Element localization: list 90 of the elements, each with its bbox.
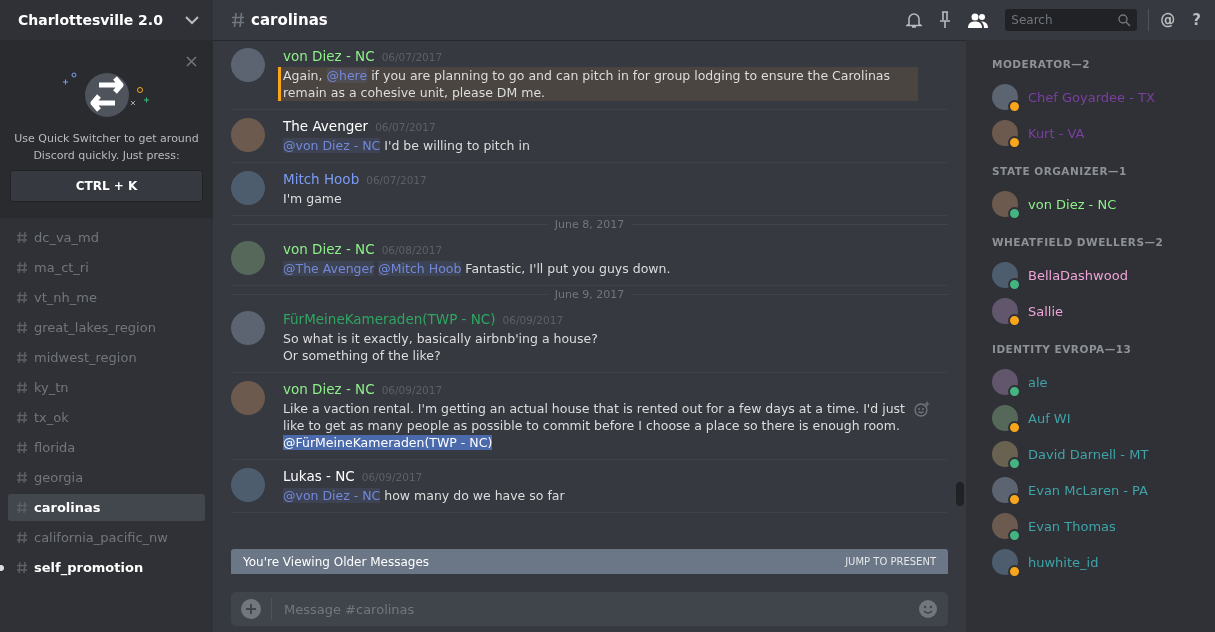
channel-item[interactable]: california_pacific_nw xyxy=(8,524,205,551)
channel-item[interactable]: vt_nh_me xyxy=(8,284,205,311)
role-heading: MODERATOR—2 xyxy=(992,58,1092,71)
member-name[interactable]: BellaDashwood xyxy=(1028,267,1128,283)
member-name[interactable]: von Diez - NC xyxy=(1028,196,1117,212)
member-avatar[interactable] xyxy=(992,84,1018,110)
channel-item[interactable]: dc_va_md xyxy=(8,224,205,251)
member-name[interactable]: huwhite_id xyxy=(1028,554,1099,570)
channel-item[interactable]: georgia xyxy=(8,464,205,491)
member-avatar[interactable] xyxy=(992,369,1018,395)
hash-icon xyxy=(16,411,28,424)
quick-switcher-hint: Use Quick Switcher to get around Discord quickly. Just press: xyxy=(13,131,200,164)
hash-icon xyxy=(16,261,28,274)
message-text: Or something of the like? xyxy=(283,347,442,364)
member-name[interactable]: David Darnell - MT xyxy=(1028,446,1149,462)
channel-item[interactable]: midwest_region xyxy=(8,344,205,371)
member-avatar[interactable] xyxy=(992,405,1018,431)
author-name[interactable]: von Diez - NC xyxy=(283,381,375,397)
help-button[interactable]: ? xyxy=(1192,11,1201,29)
scrollbar-thumb[interactable] xyxy=(956,482,964,506)
message-text: @The Avenger @Mitch Hoob Fantastic, I'll put you guys down. xyxy=(283,260,672,277)
member-avatar[interactable] xyxy=(992,262,1018,288)
close-icon[interactable] xyxy=(186,56,197,67)
author-name[interactable]: Mitch Hoob xyxy=(283,171,360,187)
mention-link[interactable]: @The Avenger xyxy=(283,261,375,276)
author-name[interactable]: The Avenger xyxy=(283,118,369,134)
date-divider: June 9, 2017 xyxy=(554,288,625,301)
date-divider: June 8, 2017 xyxy=(554,218,625,231)
message-text: Again, @here if you are planning to go and can pitch in for group lodging to ensure the Carolinas remain as a cohesive unit, please DM me. xyxy=(283,67,892,101)
message-text: I'm game xyxy=(283,190,343,207)
message-text: So what is it exactly, basically airbnb'ing a house? xyxy=(283,330,599,347)
member-name[interactable]: Sallie xyxy=(1028,303,1064,319)
hash-icon xyxy=(16,501,28,514)
search-icon xyxy=(1118,14,1132,27)
add-reaction-icon[interactable] xyxy=(914,401,930,417)
message-text: @von Diez - NC how many do we have so far xyxy=(283,487,566,504)
search-field[interactable]: Search xyxy=(1005,9,1138,31)
mention-link[interactable]: @von Diez - NC xyxy=(283,488,381,503)
server-name: Charlottesville 2.0 xyxy=(18,12,163,28)
author-name[interactable]: FürMeineKameraden(TWP - NC) xyxy=(283,311,496,327)
role-heading: WHEATFIELD DWELLERS—2 xyxy=(992,236,1165,249)
hash-icon xyxy=(16,291,28,304)
mentions-button[interactable]: @ xyxy=(1160,11,1176,29)
member-avatar[interactable] xyxy=(992,513,1018,539)
hash-icon xyxy=(231,12,245,28)
hash-icon xyxy=(16,231,28,244)
member-avatar[interactable] xyxy=(992,191,1018,217)
author-name[interactable]: von Diez - NC xyxy=(283,241,375,257)
hash-icon xyxy=(16,561,28,574)
selected-mention[interactable]: @FürMeineKameraden(TWP - NC) xyxy=(283,435,493,450)
member-avatar[interactable] xyxy=(992,298,1018,324)
member-avatar[interactable] xyxy=(992,120,1018,146)
chevron-down-icon xyxy=(185,15,199,25)
channel-item[interactable]: self_promotion xyxy=(8,554,205,581)
channel-title: carolinas xyxy=(251,11,328,29)
server-header[interactable]: Charlottesville 2.0 xyxy=(0,0,213,40)
hash-icon xyxy=(16,321,28,334)
member-avatar[interactable] xyxy=(992,441,1018,467)
older-messages-label: You're Viewing Older Messages xyxy=(243,554,430,569)
member-avatar[interactable] xyxy=(992,477,1018,503)
channel-item[interactable]: tx_ok xyxy=(8,404,205,431)
member-name[interactable]: ale xyxy=(1028,374,1048,390)
message-text: Like a vaction rental. I'm getting an actual house that is rented out for a few days at a time. I'd just like to get as many people as possible to commit before I choose a place so there is enough room. @FürMeineKameraden(TWP - NC) xyxy=(283,400,906,451)
channel-item[interactable]: ky_tn xyxy=(8,374,205,401)
mention-link[interactable]: @von Diez - NC xyxy=(283,138,381,153)
channel-item[interactable]: carolinas xyxy=(8,494,205,521)
shortcut-button[interactable]: CTRL + K xyxy=(10,170,203,202)
jump-to-present-link[interactable]: JUMP TO PRESENT xyxy=(845,556,936,567)
role-heading: IDENTITY EVROPA—13 xyxy=(992,343,1133,356)
mention-link[interactable]: @here xyxy=(326,68,368,83)
hash-icon xyxy=(16,441,28,454)
hash-icon xyxy=(16,381,28,394)
member-name[interactable]: Evan McLaren - PA xyxy=(1028,482,1148,498)
hash-icon xyxy=(16,471,28,484)
author-name[interactable]: Lukas - NC xyxy=(283,468,355,484)
message-text: @von Diez - NC I'd be willing to pitch in xyxy=(283,137,531,154)
channel-item[interactable]: ma_ct_ri xyxy=(8,254,205,281)
mention-link[interactable]: @Mitch Hoob xyxy=(378,261,462,276)
pin-icon[interactable] xyxy=(939,11,952,29)
channel-item[interactable]: florida xyxy=(8,434,205,461)
author-name[interactable]: von Diez - NC xyxy=(283,48,375,64)
members-icon[interactable] xyxy=(968,12,989,28)
member-name[interactable]: Auf WI xyxy=(1028,410,1071,426)
hash-icon xyxy=(16,351,28,364)
channel-item[interactable]: great_lakes_region xyxy=(8,314,205,341)
bell-icon[interactable] xyxy=(906,11,923,29)
member-name[interactable]: Evan Thomas xyxy=(1028,518,1116,534)
hash-icon xyxy=(16,531,28,544)
member-avatar[interactable] xyxy=(992,549,1018,575)
role-heading: STATE ORGANIZER—1 xyxy=(992,165,1128,178)
